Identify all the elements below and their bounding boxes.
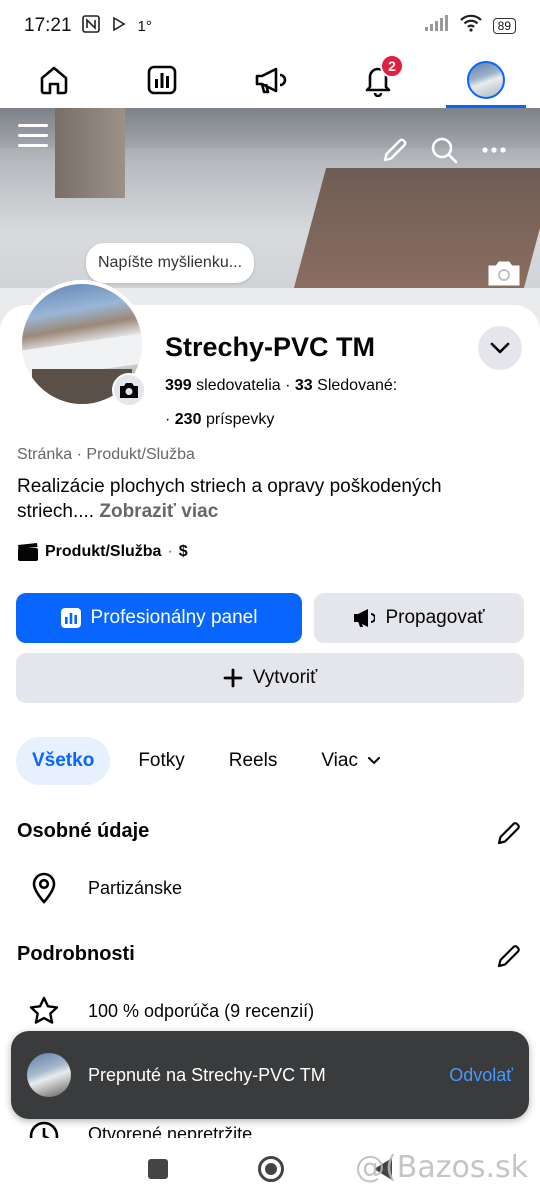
location-pin-icon xyxy=(32,872,56,904)
plus-icon xyxy=(223,668,243,688)
profile-tabs: Všetko Fotky Reels Viac xyxy=(16,737,408,785)
search-icon[interactable] xyxy=(430,136,458,164)
posts-count[interactable]: 230 xyxy=(175,411,202,428)
avatar-camera-icon[interactable] xyxy=(112,373,146,407)
home-icon xyxy=(40,66,68,95)
tab-more[interactable]: Viac xyxy=(305,737,396,785)
status-time: 17:21 xyxy=(24,15,72,36)
signal-icon xyxy=(424,15,449,37)
nav-home[interactable] xyxy=(14,52,94,108)
nav-dashboard[interactable] xyxy=(122,52,202,108)
status-bar: 17:21 1° 89 xyxy=(0,0,540,52)
page-category: Stránka · Produkt/Služba xyxy=(17,446,195,463)
create-button[interactable]: Vytvoriť xyxy=(16,653,524,703)
tab-photos[interactable]: Fotky xyxy=(122,737,200,785)
menu-icon[interactable] xyxy=(18,122,48,150)
chevron-down-icon xyxy=(490,342,510,354)
section-title-details: Podrobnosti xyxy=(17,943,135,965)
chart-icon xyxy=(147,65,177,95)
snackbar-avatar xyxy=(27,1053,71,1097)
posts-label: príspevky xyxy=(205,411,275,428)
see-more-link[interactable]: Zobraziť viac xyxy=(99,501,218,522)
thought-bubble[interactable]: Napíšte myšlienku... xyxy=(86,243,255,283)
chevron-down-icon xyxy=(367,757,380,765)
tag-label: Produkt/Služba xyxy=(45,543,162,560)
edit-personal-icon[interactable] xyxy=(496,820,522,846)
home-button[interactable] xyxy=(258,1156,284,1182)
tab-reels[interactable]: Reels xyxy=(213,737,294,785)
chart-icon xyxy=(60,608,81,628)
megaphone-icon xyxy=(255,67,287,94)
clapper-icon xyxy=(18,543,38,561)
promote-button[interactable]: Propagovať xyxy=(314,593,524,643)
edit-details-icon[interactable] xyxy=(496,943,522,969)
page-tag[interactable]: Produkt/Služba · $ xyxy=(17,542,188,562)
nfc-icon xyxy=(81,14,100,38)
follow-stats: 399 sledovatelia · 33 Sledované: xyxy=(165,377,398,394)
edit-icon[interactable] xyxy=(381,136,409,164)
price-label: $ xyxy=(178,543,188,560)
page-description: Realizácie plochych striech a opravy poš… xyxy=(17,476,442,522)
wifi-icon xyxy=(459,14,483,38)
location-text: Partizánske xyxy=(88,877,183,898)
following-count[interactable]: 33 xyxy=(295,377,313,394)
rating-text: 100 % odporúča (9 recenzií) xyxy=(88,1000,315,1021)
play-store-icon xyxy=(112,16,126,36)
watermark: @(Bazos.sk xyxy=(355,1150,528,1185)
followers-count[interactable]: 399 xyxy=(165,377,192,394)
rating-row[interactable]: 100 % odporúča (9 recenzií) xyxy=(28,995,314,1027)
temperature-icon: 1° xyxy=(137,17,152,35)
recents-button[interactable] xyxy=(148,1159,168,1179)
snackbar-text: Prepnuté na Strechy-PVC TM xyxy=(88,1064,326,1085)
more-icon[interactable] xyxy=(482,146,506,154)
location-row[interactable]: Partizánske xyxy=(28,872,182,904)
battery-icon: 89 xyxy=(492,18,516,34)
expand-button[interactable] xyxy=(478,326,522,370)
nav-profile[interactable] xyxy=(446,52,526,108)
following-label: Sledované: xyxy=(317,377,398,394)
cover-camera-icon[interactable] xyxy=(486,258,522,288)
nav-notifications[interactable]: 2 xyxy=(338,52,418,108)
top-navigation: 2 xyxy=(0,52,540,108)
professional-dashboard-button[interactable]: Profesionálny panel xyxy=(16,593,302,643)
section-title-personal: Osobné údaje xyxy=(17,820,150,842)
posts-stats: · 230 príspevky xyxy=(165,411,275,428)
followers-label: sledovatelia xyxy=(196,377,281,394)
page-title: Strechy-PVC TM xyxy=(165,332,376,362)
tab-all[interactable]: Všetko xyxy=(16,737,111,785)
undo-button[interactable]: Odvolať xyxy=(449,1065,513,1086)
switch-snackbar: Prepnuté na Strechy-PVC TM Odvolať xyxy=(11,1031,529,1119)
star-icon xyxy=(29,996,59,1024)
megaphone-icon xyxy=(354,609,376,627)
nav-ads[interactable] xyxy=(230,52,310,108)
profile-avatar-small xyxy=(467,61,505,99)
notification-badge: 2 xyxy=(380,54,404,78)
